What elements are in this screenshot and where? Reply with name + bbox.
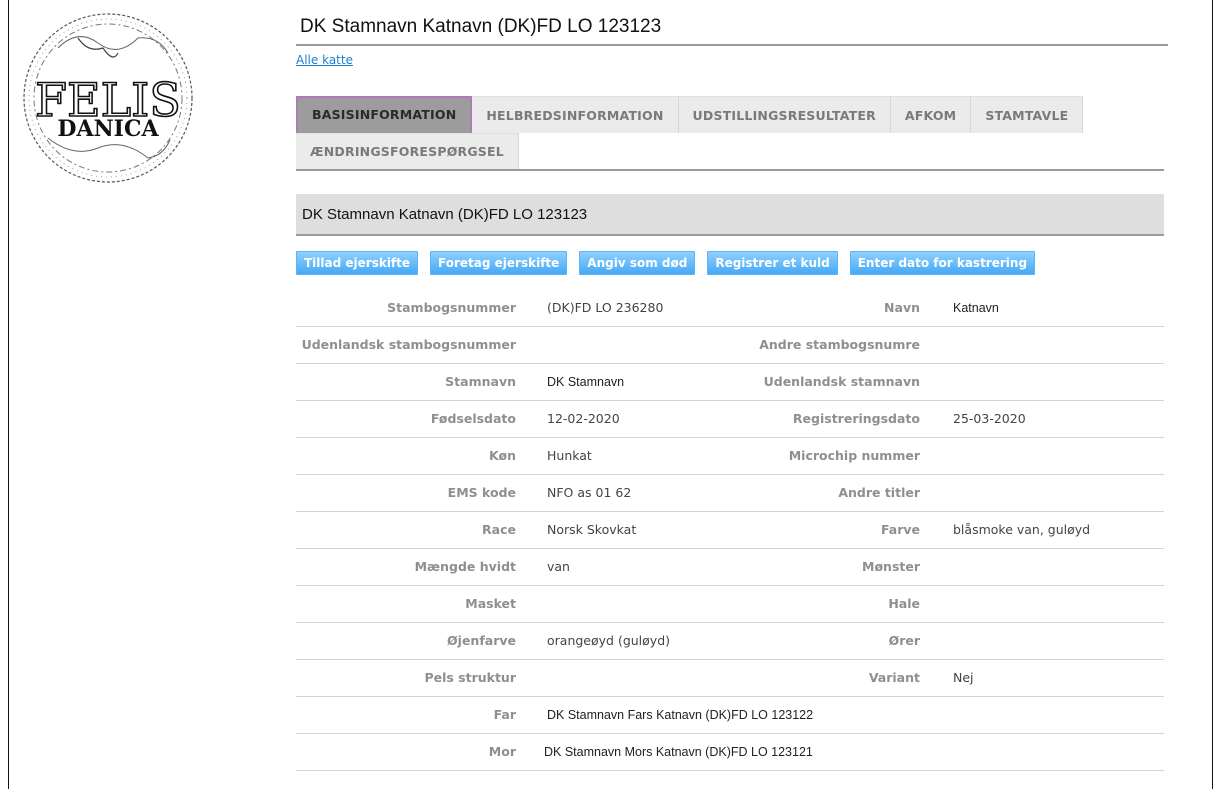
field-label: Variant	[868, 670, 920, 685]
all-cats-link[interactable]: Alle katte	[296, 53, 353, 67]
field-value: orangeøyd (guløyd)	[547, 633, 671, 648]
details-table: Stambogsnummer (DK)FD LO 236280 Navn Kat…	[296, 290, 1164, 771]
tab-aendringsforespoergsel[interactable]: ÆNDRINGSFORESPØRGSEL	[296, 133, 519, 169]
field-label: Pels struktur	[424, 670, 516, 685]
field-label: Køn	[489, 448, 516, 463]
detail-row: Køn Hunkat Microchip nummer	[296, 438, 1164, 475]
tab-afkom[interactable]: AFKOM	[890, 96, 972, 133]
field-label: Navn	[884, 300, 920, 315]
detail-row: Fødselsdato 12-02-2020 Registreringsdato…	[296, 401, 1164, 438]
field-label: Microchip nummer	[788, 448, 920, 463]
tab-basisinformation[interactable]: BASISINFORMATION	[296, 96, 473, 133]
mark-as-dead-button[interactable]: Angiv som død	[579, 251, 696, 275]
field-value: van	[547, 559, 570, 574]
field-label: Andre titler	[838, 485, 920, 500]
tab-helbredsinformation[interactable]: HELBREDSINFORMATION	[472, 96, 679, 133]
field-label: Stambogsnummer	[387, 300, 516, 315]
detail-row: Udenlandsk stambogsnummer Andre stambogs…	[296, 327, 1164, 364]
field-label: Ører	[888, 633, 920, 648]
page-border-left	[8, 0, 9, 789]
field-label: Stamnavn	[445, 374, 516, 389]
detail-row: Race Norsk Skovkat Farve blåsmoke van, g…	[296, 512, 1164, 549]
detail-row: EMS kode NFO as 01 62 Andre titler	[296, 475, 1164, 512]
field-label: Farve	[880, 522, 920, 537]
field-value: Nej	[953, 670, 974, 685]
field-value: Katnavn	[953, 301, 999, 315]
tab-stamtavle[interactable]: STAMTAVLE	[971, 96, 1084, 133]
enter-neutering-date-button[interactable]: Enter dato for kastrering	[849, 251, 1036, 275]
field-label: Registreringsdato	[792, 411, 920, 426]
detail-row-father: Far DK Stamnavn Fars Katnavn (DK)FD LO 1…	[296, 697, 1164, 734]
field-value: 25-03-2020	[953, 411, 1026, 426]
field-label: Far	[493, 707, 516, 722]
field-label: Mængde hvidt	[414, 559, 516, 574]
field-value: Norsk Skovkat	[547, 522, 637, 537]
section-title: DK Stamnavn Katnavn (DK)FD LO 123123	[296, 194, 1164, 236]
field-label: Andre stambogsnumre	[759, 337, 920, 352]
field-value: blåsmoke van, guløyd	[953, 522, 1091, 537]
father-value: DK Stamnavn Fars Katnavn (DK)FD LO 12312…	[547, 708, 814, 722]
field-label: Udenlandsk stamnavn	[763, 374, 920, 389]
page-title: DK Stamnavn Katnavn (DK)FD LO 123123	[296, 16, 1168, 46]
tab-udstillingsresultater[interactable]: UDSTILLINGSRESULTATER	[678, 96, 891, 133]
field-value: (DK)FD LO 236280	[547, 300, 664, 315]
detail-row: Stambogsnummer (DK)FD LO 236280 Navn Kat…	[296, 290, 1164, 327]
field-label: Mønster	[862, 559, 920, 574]
allow-ownership-change-button[interactable]: Tillad ejerskifte	[296, 251, 419, 275]
field-label: Mor	[488, 744, 516, 759]
field-value: 12-02-2020	[547, 411, 620, 426]
field-value: Hunkat	[547, 448, 592, 463]
field-label: Udenlandsk stambogsnummer	[301, 337, 516, 352]
detail-row-mother: Mor DK Stamnavn Mors Katnavn (DK)FD LO 1…	[296, 734, 1164, 771]
field-label: Hale	[888, 596, 920, 611]
perform-ownership-change-button[interactable]: Foretag ejerskifte	[430, 251, 568, 275]
register-litter-button[interactable]: Registrer et kuld	[707, 251, 838, 275]
detail-row: Stamnavn DK Stamnavn Udenlandsk stamnavn	[296, 364, 1164, 401]
detail-row: Øjenfarve orangeøyd (guløyd) Ører	[296, 623, 1164, 660]
tab-bar: BASISINFORMATION HELBREDSINFORMATION UDS…	[296, 96, 1164, 171]
field-value: NFO as 01 62	[547, 485, 632, 500]
detail-row: Mængde hvidt van Mønster	[296, 549, 1164, 586]
field-label: Øjenfarve	[447, 633, 516, 648]
felis-danica-logo: FELIS DANICA	[18, 8, 198, 188]
detail-row: Masket Hale	[296, 586, 1164, 623]
field-value: DK Stamnavn	[547, 375, 625, 389]
field-label: Masket	[465, 596, 516, 611]
field-label: EMS kode	[447, 485, 516, 500]
field-label: Race	[482, 522, 516, 537]
detail-row: Pels struktur Variant Nej	[296, 660, 1164, 697]
mother-value: DK Stamnavn Mors Katnavn (DK)FD LO 12312…	[544, 745, 813, 759]
action-bar: Tillad ejerskifte Foretag ejerskifte Ang…	[296, 251, 1047, 275]
field-label: Fødselsdato	[430, 411, 516, 426]
logo-danica-text: DANICA	[57, 116, 159, 142]
